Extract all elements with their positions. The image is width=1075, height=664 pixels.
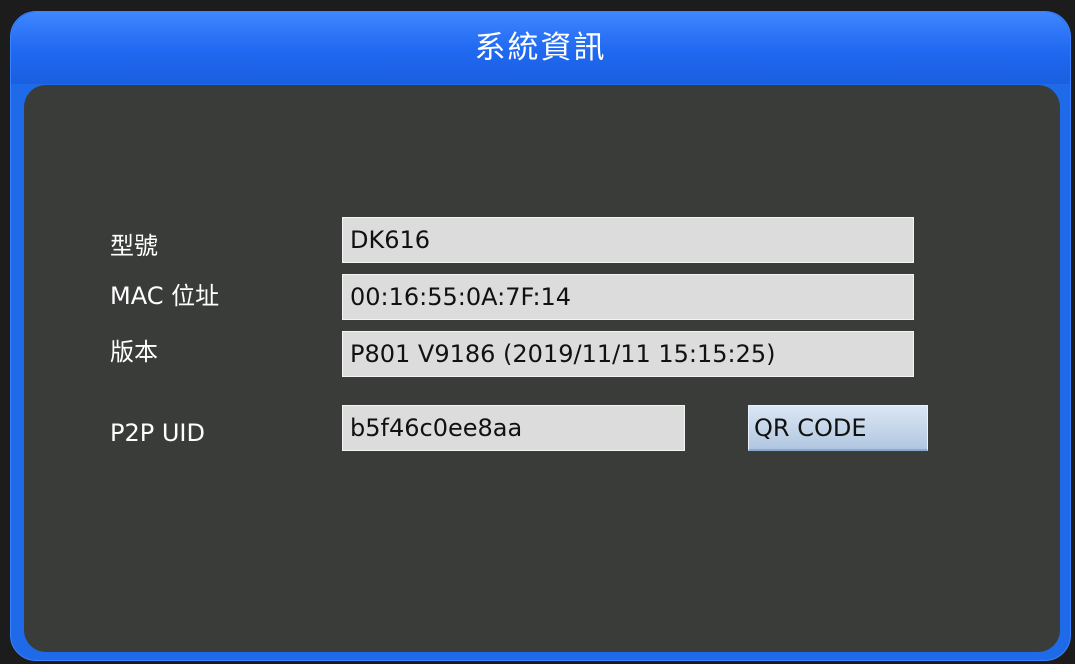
model-field[interactable]: DK616 bbox=[342, 217, 914, 263]
p2p-uid-label: P2P UID bbox=[110, 419, 205, 447]
screen-background: 系統資訊 型號 DK616 MAC 位址 00:16:55:0A:7F:14 版… bbox=[0, 0, 1075, 664]
system-info-dialog: 系統資訊 型號 DK616 MAC 位址 00:16:55:0A:7F:14 版… bbox=[10, 11, 1071, 661]
version-field[interactable]: P801 V9186 (2019/11/11 15:15:25) bbox=[342, 331, 914, 377]
content-panel: 型號 DK616 MAC 位址 00:16:55:0A:7F:14 版本 P80… bbox=[24, 85, 1060, 652]
mac-address-label: MAC 位址 bbox=[110, 282, 220, 310]
mac-address-field[interactable]: 00:16:55:0A:7F:14 bbox=[342, 274, 914, 320]
qr-code-button[interactable]: QR CODE bbox=[748, 405, 928, 451]
p2p-uid-field[interactable]: b5f46c0ee8aa bbox=[342, 405, 685, 451]
model-label: 型號 bbox=[110, 232, 158, 260]
title-bar: 系統資訊 bbox=[11, 12, 1070, 84]
version-label: 版本 bbox=[110, 338, 158, 366]
window-title: 系統資訊 bbox=[474, 30, 607, 66]
